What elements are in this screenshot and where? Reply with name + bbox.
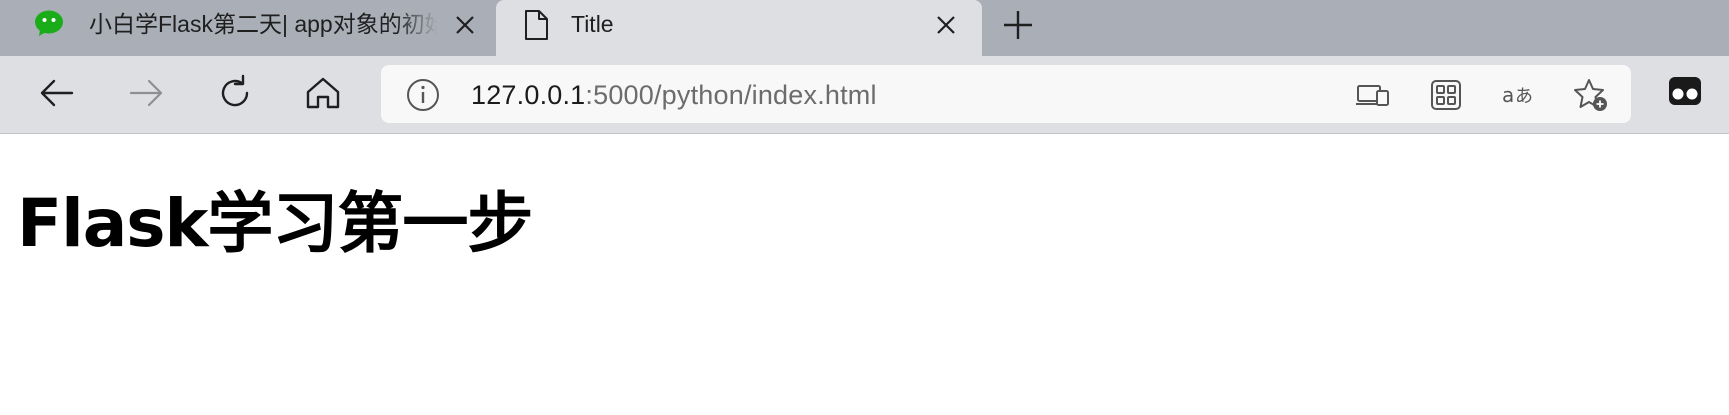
close-icon[interactable] (934, 13, 958, 37)
refresh-icon[interactable] (215, 73, 255, 113)
forward-icon[interactable] (126, 73, 166, 113)
address-bar[interactable]: 127.0.0.1:5000/python/index.html a あ (381, 65, 1631, 123)
tab-title: 小白学Flask第二天| app对象的初始化和配置 (89, 11, 437, 37)
url-path: :5000/python/index.html (585, 80, 877, 110)
info-icon[interactable] (405, 77, 441, 113)
page-content: Flask学习第一步 (0, 135, 1729, 415)
read-aloud-translate-icon[interactable]: a あ (1501, 77, 1537, 113)
page-heading: Flask学习第一步 (17, 185, 533, 262)
svg-text:あ: あ (1515, 86, 1533, 107)
add-favorite-icon[interactable] (1573, 77, 1609, 113)
svg-text:a: a (1502, 83, 1514, 107)
tab-strip: 小白学Flask第二天| app对象的初始化和配置 Title (0, 0, 1729, 56)
devices-icon[interactable] (1355, 77, 1391, 113)
apps-icon[interactable] (1428, 77, 1464, 113)
tab-title-page[interactable]: Title (496, 0, 982, 56)
tab-title: Title (571, 11, 614, 37)
back-icon[interactable] (37, 73, 77, 113)
tab-wechat-article[interactable]: 小白学Flask第二天| app对象的初始化和配置 (0, 0, 494, 56)
close-icon[interactable] (453, 13, 477, 37)
profile-icon[interactable] (1667, 71, 1703, 111)
url-text[interactable]: 127.0.0.1:5000/python/index.html (471, 79, 877, 111)
new-tab-icon[interactable] (1001, 8, 1035, 42)
document-icon (522, 9, 550, 41)
wechat-icon (34, 9, 70, 39)
url-host: 127.0.0.1 (471, 80, 586, 110)
browser-toolbar: 127.0.0.1:5000/python/index.html a あ (0, 56, 1729, 134)
home-icon[interactable] (303, 73, 343, 113)
